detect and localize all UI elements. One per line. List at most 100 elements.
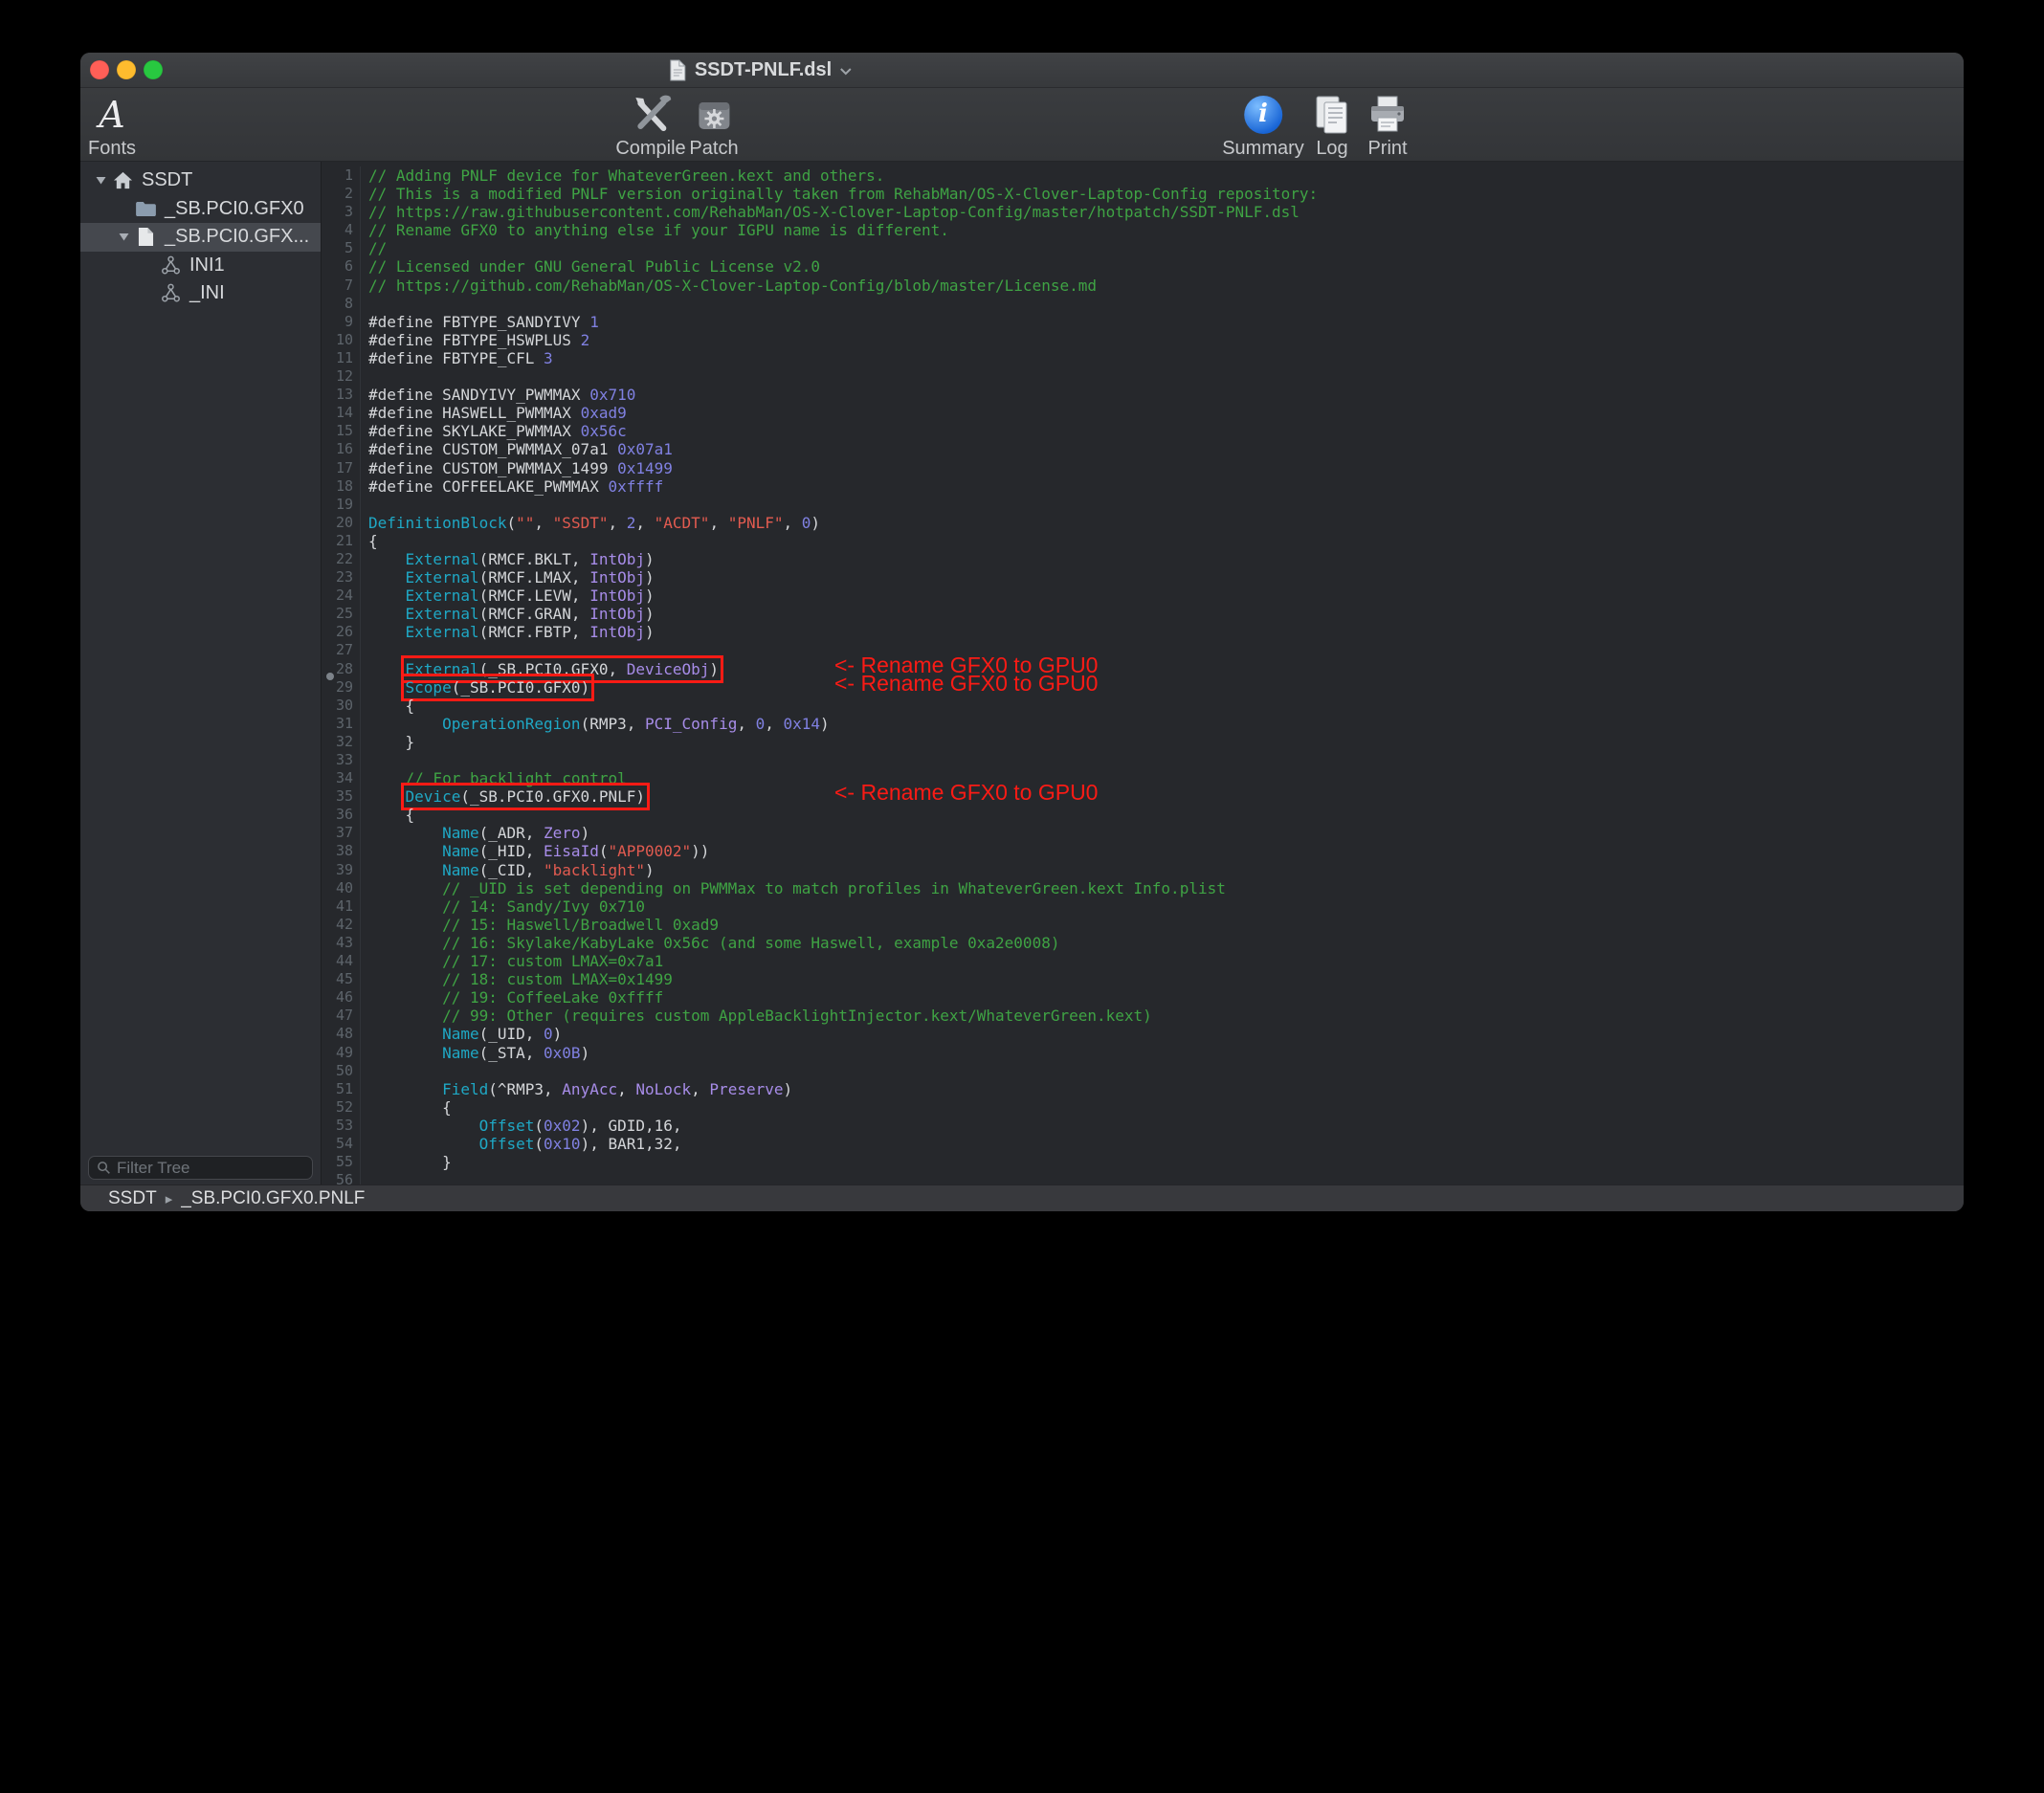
code-line[interactable]: 8 <box>322 295 1964 313</box>
code-line[interactable]: 25 External(RMCF.GRAN, IntObj) <box>322 605 1964 623</box>
titlebar[interactable]: SSDT-PNLF.dsl <box>80 53 1964 88</box>
code-line[interactable]: 46 // 19: CoffeeLake 0xffff <box>322 988 1964 1007</box>
code-line[interactable]: 53 Offset(0x02), GDID,16, <box>322 1117 1964 1135</box>
code-line[interactable]: 55 } <box>322 1153 1964 1171</box>
code-line[interactable]: 6// Licensed under GNU General Public Li… <box>322 257 1964 276</box>
filter-field[interactable] <box>88 1156 313 1180</box>
code-line[interactable]: 22 External(RMCF.BKLT, IntObj) <box>322 550 1964 568</box>
print-button[interactable]: Print <box>1366 93 1409 160</box>
code-line[interactable]: 13#define SANDYIVY_PWMMAX 0x710 <box>322 386 1964 404</box>
code-text: { <box>361 806 414 824</box>
log-button[interactable]: Log <box>1311 93 1353 160</box>
code-line[interactable]: 2// This is a modified PNLF version orig… <box>322 185 1964 203</box>
code-line[interactable]: 18#define COFFEELAKE_PWMMAX 0xffff <box>322 477 1964 496</box>
code-line[interactable]: 14#define HASWELL_PWMMAX 0xad9 <box>322 404 1964 422</box>
code-line[interactable]: 7// https://github.com/RehabMan/OS-X-Clo… <box>322 277 1964 295</box>
breadcrumb-item[interactable]: _SB.PCI0.GFX0.PNLF <box>181 1188 365 1209</box>
compile-button[interactable]: Compile <box>615 93 685 160</box>
code-text: Offset(0x10), BAR1,32, <box>361 1135 682 1153</box>
code-line[interactable]: 20DefinitionBlock("", "SSDT", 2, "ACDT",… <box>322 514 1964 532</box>
code-line[interactable]: 52 { <box>322 1098 1964 1117</box>
code-line[interactable]: 21{ <box>322 532 1964 550</box>
code-line[interactable]: 45 // 18: custom LMAX=0x1499 <box>322 970 1964 988</box>
line-number: 30 <box>322 697 361 715</box>
minimize-button[interactable] <box>117 60 136 79</box>
fonts-button[interactable]: A Fonts <box>88 93 136 160</box>
line-number: 37 <box>322 824 361 842</box>
home-icon <box>111 170 134 190</box>
code-line[interactable]: 12 <box>322 367 1964 386</box>
code-line[interactable]: 49 Name(_STA, 0x0B) <box>322 1044 1964 1062</box>
code-line[interactable]: 42 // 15: Haswell/Broadwell 0xad9 <box>322 916 1964 934</box>
code-line[interactable]: 40 // _UID is set depending on PWMMax to… <box>322 879 1964 897</box>
code-line[interactable]: 29 Scope(_SB.PCI0.GFX0)<- Rename GFX0 to… <box>322 678 1964 697</box>
code-line[interactable]: 33 <box>322 751 1964 769</box>
breadcrumb-item[interactable]: SSDT <box>108 1188 157 1209</box>
code-line[interactable]: 37 Name(_ADR, Zero) <box>322 824 1964 842</box>
code-line[interactable]: 48 Name(_UID, 0) <box>322 1025 1964 1043</box>
code-text: // Rename GFX0 to anything else if your … <box>361 221 949 239</box>
code-line[interactable]: 36 { <box>322 806 1964 824</box>
code-line[interactable]: 34 // For backlight control <box>322 769 1964 787</box>
code-line[interactable]: 17#define CUSTOM_PWMMAX_1499 0x1499 <box>322 459 1964 477</box>
code-line[interactable]: 54 Offset(0x10), BAR1,32, <box>322 1135 1964 1153</box>
window-title-group[interactable]: SSDT-PNLF.dsl <box>669 53 853 87</box>
code-line[interactable]: 4// Rename GFX0 to anything else if your… <box>322 221 1964 239</box>
code-line[interactable]: 41 // 14: Sandy/Ivy 0x710 <box>322 897 1964 916</box>
close-button[interactable] <box>90 60 109 79</box>
code-line[interactable]: 35 Device(_SB.PCI0.GFX0.PNLF)<- Rename G… <box>322 787 1964 806</box>
code-line[interactable]: 30 { <box>322 697 1964 715</box>
code-line[interactable]: 16#define CUSTOM_PWMMAX_07a1 0x07a1 <box>322 440 1964 458</box>
code-line[interactable]: 38 Name(_HID, EisaId("APP0002")) <box>322 842 1964 860</box>
patch-button[interactable]: Patch <box>689 93 738 160</box>
code-line[interactable]: 23 External(RMCF.LMAX, IntObj) <box>322 568 1964 587</box>
code-line[interactable]: 28 External(_SB.PCI0.GFX0, DeviceObj)<- … <box>322 660 1964 678</box>
sidebar-item-sb-pci0-gfx[interactable]: _SB.PCI0.GFX... <box>80 223 321 252</box>
code-line[interactable]: 43 // 16: Skylake/KabyLake 0x56c (and so… <box>322 934 1964 952</box>
sidebar-item-ini[interactable]: _INI <box>80 279 321 308</box>
code-line[interactable]: 10#define FBTYPE_HSWPLUS 2 <box>322 331 1964 349</box>
line-number: 38 <box>322 842 361 860</box>
line-number: 27 <box>322 641 361 659</box>
compile-label: Compile <box>615 138 685 160</box>
code-line[interactable]: 50 <box>322 1062 1964 1080</box>
code-text: Scope(_SB.PCI0.GFX0) <box>361 678 589 697</box>
line-number: 53 <box>322 1117 361 1135</box>
disclosure-triangle[interactable] <box>115 232 132 241</box>
code-line[interactable]: 47 // 99: Other (requires custom AppleBa… <box>322 1007 1964 1025</box>
disclosure-triangle[interactable] <box>92 176 109 185</box>
code-editor[interactable]: 1// Adding PNLF device for WhateverGreen… <box>322 162 1964 1184</box>
code-line[interactable]: 11#define FBTYPE_CFL 3 <box>322 349 1964 367</box>
code-line[interactable]: 1// Adding PNLF device for WhateverGreen… <box>322 166 1964 185</box>
code-text: #define FBTYPE_HSWPLUS 2 <box>361 331 589 349</box>
code-text: // https://github.com/RehabMan/OS-X-Clov… <box>361 277 1097 295</box>
code-line[interactable]: 32 } <box>322 733 1964 751</box>
filter-tree-input[interactable] <box>117 1159 328 1178</box>
code-line[interactable]: 31 OperationRegion(RMP3, PCI_Config, 0, … <box>322 715 1964 733</box>
code-line[interactable]: 5// <box>322 239 1964 257</box>
code-line[interactable]: 27 <box>322 641 1964 659</box>
code-text <box>361 496 368 514</box>
code-line[interactable]: 51 Field(^RMP3, AnyAcc, NoLock, Preserve… <box>322 1080 1964 1098</box>
code-line[interactable]: 26 External(RMCF.FBTP, IntObj) <box>322 623 1964 641</box>
code-line[interactable]: 19 <box>322 496 1964 514</box>
sidebar-item-sb-pci0-gfx0[interactable]: _SB.PCI0.GFX0 <box>80 195 321 224</box>
zoom-button[interactable] <box>144 60 163 79</box>
code-line[interactable]: 3// https://raw.githubusercontent.com/Re… <box>322 203 1964 221</box>
line-number: 8 <box>322 295 361 313</box>
code-line[interactable]: 44 // 17: custom LMAX=0x7a1 <box>322 952 1964 970</box>
document-proxy-icon <box>669 59 687 81</box>
code-line[interactable]: 39 Name(_CID, "backlight") <box>322 861 1964 879</box>
code-line[interactable]: 24 External(RMCF.LEVW, IntObj) <box>322 587 1964 605</box>
sidebar-item-ini1[interactable]: INI1 <box>80 252 321 280</box>
code-text: #define SKYLAKE_PWMMAX 0x56c <box>361 422 627 440</box>
code-text: External(RMCF.LMAX, IntObj) <box>361 568 655 587</box>
line-number: 15 <box>322 422 361 440</box>
chevron-down-icon[interactable] <box>839 67 853 76</box>
code-line[interactable]: 56 <box>322 1171 1964 1184</box>
code-line[interactable]: 9#define FBTYPE_SANDYIVY 1 <box>322 313 1964 331</box>
sidebar-item-ssdt[interactable]: SSDT <box>80 166 321 195</box>
log-pages-icon <box>1311 93 1353 137</box>
code-line[interactable]: 15#define SKYLAKE_PWMMAX 0x56c <box>322 422 1964 440</box>
summary-button[interactable]: i Summary <box>1222 93 1304 160</box>
